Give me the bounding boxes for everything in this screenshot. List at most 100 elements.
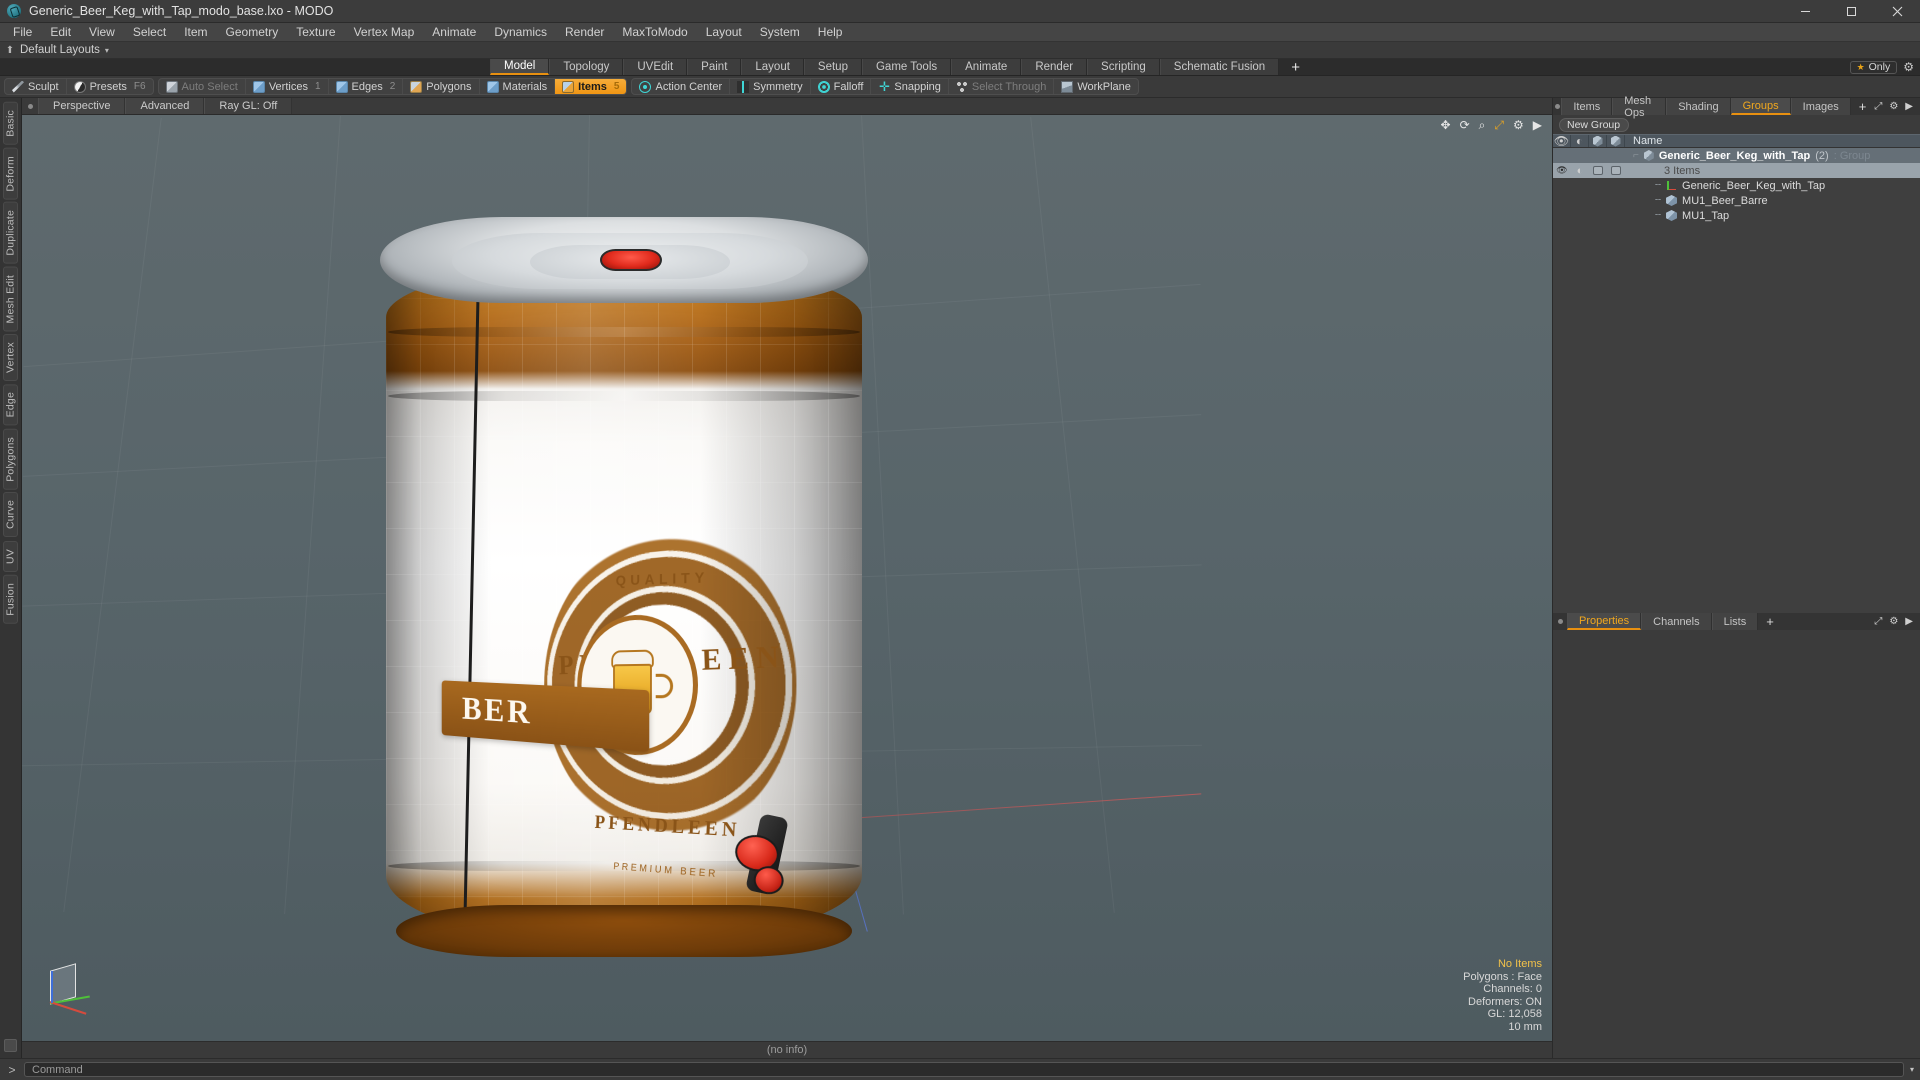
maximize-button[interactable] xyxy=(1828,0,1874,23)
gear-icon[interactable]: ⚙ xyxy=(1889,616,1898,627)
menu-item-file[interactable]: File xyxy=(4,23,41,42)
3d-viewport[interactable]: ✥ ⟳ ⌕ ⤢ ⚙ ▶ xyxy=(22,115,1552,1041)
new-group-button[interactable]: New Group xyxy=(1559,118,1629,132)
tab-model[interactable]: Model xyxy=(490,59,549,75)
arrow-right-icon[interactable]: ▶ xyxy=(1533,119,1542,131)
menu-item-maxtomodo[interactable]: MaxToModo xyxy=(613,23,696,42)
tab-items[interactable]: Items xyxy=(1561,98,1612,115)
row-visible-toggle[interactable] xyxy=(1553,178,1571,193)
row-render-toggle[interactable] xyxy=(1589,193,1607,208)
gear-icon[interactable]: ⚙ xyxy=(1513,119,1524,131)
move-icon[interactable]: ✥ xyxy=(1441,119,1451,131)
menu-item-system[interactable]: System xyxy=(751,23,809,42)
minimize-button[interactable] xyxy=(1782,0,1828,23)
menu-item-layout[interactable]: Layout xyxy=(697,23,751,42)
row-render-toggle[interactable] xyxy=(1589,208,1607,223)
row-shading-toggle[interactable] xyxy=(1571,178,1589,193)
tab-render[interactable]: Render xyxy=(1021,59,1087,75)
tab-properties[interactable]: Properties xyxy=(1567,613,1641,630)
tab-scripting[interactable]: Scripting xyxy=(1087,59,1160,75)
items-mode-button[interactable]: Items 5 xyxy=(555,78,626,95)
viewport-tab-raygl[interactable]: Ray GL: Off xyxy=(204,98,292,114)
zoom-icon[interactable]: ⌕ xyxy=(1479,119,1486,131)
tab-shading[interactable]: Shading xyxy=(1666,98,1730,115)
sidebar-item-edge[interactable]: Edge xyxy=(3,384,18,425)
table-row[interactable]: ╌ Generic_Beer_Keg_with_Tap xyxy=(1553,178,1920,193)
default-layouts-label[interactable]: Default Layouts xyxy=(20,44,100,56)
row-render-toggle[interactable] xyxy=(1589,178,1607,193)
tab-setup[interactable]: Setup xyxy=(804,59,862,75)
arrow-right-icon[interactable]: ▶ xyxy=(1905,101,1913,112)
sidebar-item-vertex[interactable]: Vertex xyxy=(3,334,18,381)
row-shading-toggle[interactable] xyxy=(1571,148,1589,163)
menu-item-view[interactable]: View xyxy=(80,23,124,42)
row-render-toggle[interactable] xyxy=(1589,163,1607,178)
sidebar-item-duplicate[interactable]: Duplicate xyxy=(3,202,18,264)
sidebar-item-polygons[interactable]: Polygons xyxy=(3,429,18,490)
tab-images[interactable]: Images xyxy=(1791,98,1851,115)
tab-game-tools[interactable]: Game Tools xyxy=(862,59,951,75)
menu-item-select[interactable]: Select xyxy=(124,23,175,42)
row-wireframe-toggle[interactable] xyxy=(1607,163,1625,178)
axis-gizmo[interactable] xyxy=(42,963,102,1023)
menu-item-animate[interactable]: Animate xyxy=(423,23,485,42)
properties-menu-dot[interactable] xyxy=(1553,613,1567,630)
edges-mode-button[interactable]: Edges 2 xyxy=(329,78,404,95)
add-tab-button[interactable]: + xyxy=(1279,59,1312,75)
symmetry-button[interactable]: Symmetry xyxy=(730,78,811,95)
tab-lists[interactable]: Lists xyxy=(1712,613,1759,630)
sidebar-item-curve[interactable]: Curve xyxy=(3,492,18,537)
vertices-mode-button[interactable]: Vertices 1 xyxy=(246,78,329,95)
only-toggle-button[interactable]: ★ Only xyxy=(1850,61,1898,74)
tab-uvedit[interactable]: UVEdit xyxy=(623,59,687,75)
row-visible-toggle[interactable] xyxy=(1553,193,1571,208)
visible-icon[interactable]: 👁 xyxy=(1553,135,1571,147)
workplane-button[interactable]: WorkPlane xyxy=(1054,78,1138,95)
menu-item-edit[interactable]: Edit xyxy=(41,23,80,42)
falloff-button[interactable]: Falloff xyxy=(811,78,872,95)
menu-item-render[interactable]: Render xyxy=(556,23,613,42)
chevron-down-icon[interactable]: ▾ xyxy=(105,46,109,55)
materials-mode-button[interactable]: Materials xyxy=(480,78,556,95)
menu-item-item[interactable]: Item xyxy=(175,23,216,42)
row-shading-toggle[interactable] xyxy=(1571,193,1589,208)
tab-topology[interactable]: Topology xyxy=(549,59,623,75)
sidebar-item-basic[interactable]: Basic xyxy=(3,102,18,145)
add-properties-tab[interactable]: + xyxy=(1758,613,1782,630)
arrow-right-icon[interactable]: ▶ xyxy=(1905,616,1913,627)
gear-icon[interactable]: ⚙ xyxy=(1889,101,1898,112)
panel-menu-dot[interactable] xyxy=(1553,98,1561,115)
render-icon[interactable] xyxy=(1589,135,1607,147)
tab-paint[interactable]: Paint xyxy=(687,59,741,75)
row-wireframe-toggle[interactable] xyxy=(1607,208,1625,223)
fit-icon[interactable]: ⤢ xyxy=(1494,119,1504,131)
color-swatch[interactable] xyxy=(4,1039,17,1052)
action-center-button[interactable]: Action Center xyxy=(632,78,730,95)
row-wireframe-toggle[interactable] xyxy=(1607,193,1625,208)
row-shading-toggle[interactable] xyxy=(1571,208,1589,223)
presets-button[interactable]: Presets F6 xyxy=(67,78,153,95)
tab-schematic-fusion[interactable]: Schematic Fusion xyxy=(1160,59,1279,75)
row-wireframe-toggle[interactable] xyxy=(1607,148,1625,163)
menu-item-texture[interactable]: Texture xyxy=(287,23,344,42)
row-wireframe-toggle[interactable] xyxy=(1607,178,1625,193)
wireframe-icon[interactable] xyxy=(1607,135,1625,147)
auto-select-button[interactable]: Auto Select xyxy=(159,78,246,95)
beer-keg-model[interactable]: QUALITY PFENDLEEN BER PFENDLEEN PREMIUM … xyxy=(374,215,874,955)
snapping-button[interactable]: ✛ Snapping xyxy=(871,78,949,95)
row-visible-toggle[interactable] xyxy=(1553,208,1571,223)
gear-icon[interactable]: ⚙ xyxy=(1903,60,1914,74)
menu-item-dynamics[interactable]: Dynamics xyxy=(485,23,556,42)
close-button[interactable] xyxy=(1874,0,1920,23)
menu-item-help[interactable]: Help xyxy=(809,23,852,42)
table-row[interactable]: ╌ MU1_Tap xyxy=(1553,208,1920,223)
polygons-mode-button[interactable]: Polygons xyxy=(403,78,479,95)
menu-item-geometry[interactable]: Geometry xyxy=(217,23,288,42)
row-render-toggle[interactable] xyxy=(1589,148,1607,163)
row-visible-toggle[interactable]: 👁 xyxy=(1553,163,1571,178)
command-input[interactable]: Command xyxy=(24,1062,1904,1077)
add-panel-tab[interactable]: + xyxy=(1851,98,1875,115)
sidebar-item-uv[interactable]: UV xyxy=(3,541,18,572)
select-through-button[interactable]: Select Through xyxy=(949,78,1054,95)
table-row[interactable]: ╌ MU1_Beer_Barre xyxy=(1553,193,1920,208)
